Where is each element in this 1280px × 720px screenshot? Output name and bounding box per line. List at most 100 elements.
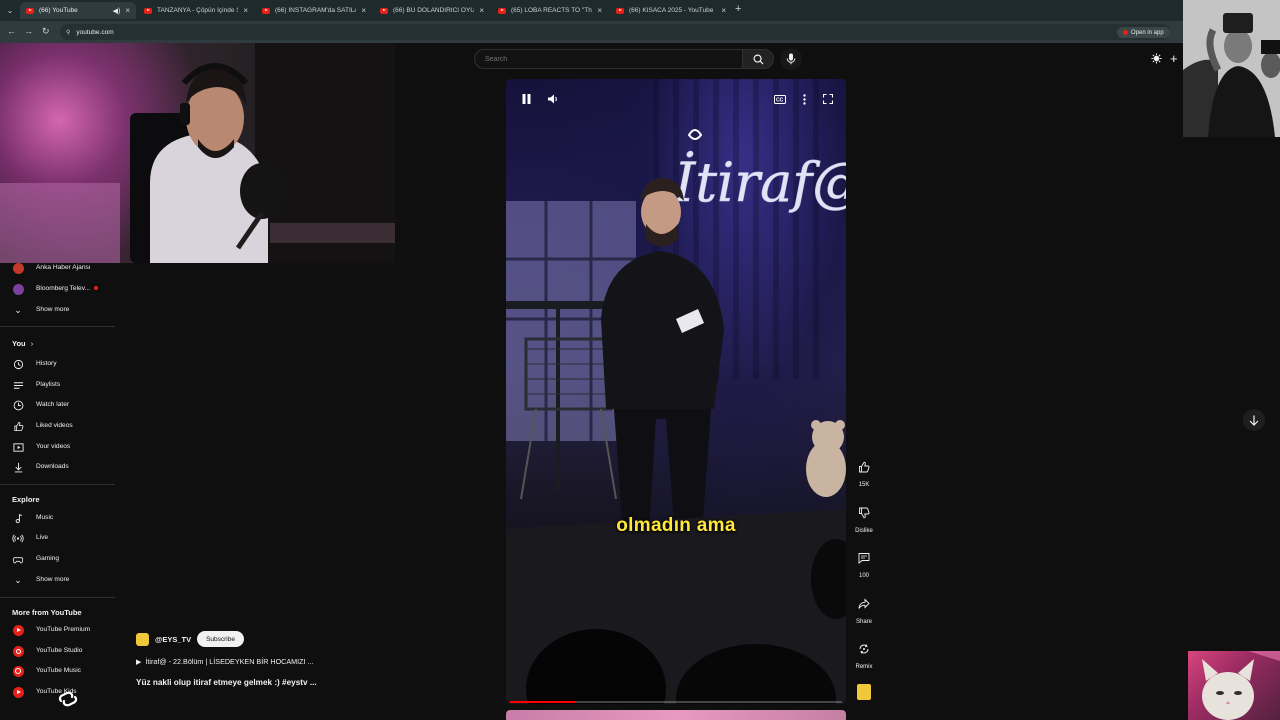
- add-icon[interactable]: +: [1170, 51, 1178, 66]
- show-more-button[interactable]: ⌄ Show more: [0, 300, 115, 320]
- sidebar-item-playlists[interactable]: Playlists: [0, 375, 115, 395]
- share-action: Share: [851, 593, 877, 625]
- sidebar-item-label: YouTube Premium: [36, 626, 91, 633]
- sound-thumbnail[interactable]: [857, 684, 871, 700]
- video-title[interactable]: Yüz nakli olup itiraf etmeye gelmek :) #…: [136, 678, 317, 687]
- reload-icon[interactable]: ↻: [42, 26, 50, 37]
- tab-title: (65) LOBA REACTS TO "The REI: [511, 7, 592, 14]
- explore-section-title: Explore: [12, 495, 40, 504]
- progress-bar-fill: [510, 701, 577, 703]
- sidebar-item-label: Liked videos: [36, 422, 73, 429]
- youtube-favicon-icon: [380, 7, 388, 14]
- sidebar-item-downloads[interactable]: Downloads: [0, 457, 115, 477]
- stream-overlay-logo: [58, 690, 78, 708]
- browser-tab[interactable]: TANZANYA - Çöpün İçinde SATI ×: [138, 2, 254, 19]
- remix-button[interactable]: [853, 638, 875, 660]
- create-icon[interactable]: [1150, 52, 1162, 64]
- tab-list-chevron-icon[interactable]: ⌄: [4, 4, 16, 16]
- comments-button[interactable]: [853, 547, 875, 569]
- tab-close-icon[interactable]: ×: [125, 6, 130, 15]
- sidebar-item-youtube-music[interactable]: YouTube Music: [0, 661, 115, 681]
- dislike-button[interactable]: [853, 502, 875, 524]
- url-field[interactable]: ⚲ youtube.com: [60, 24, 1170, 40]
- browser-tab[interactable]: (66) INSTAGRAM'da SATILAN S ×: [256, 2, 372, 19]
- channel-row: @EYS_TV Subscribe: [136, 631, 244, 647]
- tab-close-icon[interactable]: ×: [361, 6, 366, 15]
- tab-close-icon[interactable]: ×: [597, 6, 602, 15]
- sidebar-item-your-videos[interactable]: Your videos: [0, 437, 115, 457]
- browser-tab[interactable]: (66) YouTube ◀) ×: [20, 2, 136, 19]
- sidebar-item-music[interactable]: Music: [0, 508, 115, 528]
- tab-close-icon[interactable]: ×: [243, 6, 248, 15]
- sidebar-item-subscription[interactable]: Bloomberg Telev...: [0, 279, 115, 299]
- like-button[interactable]: [853, 456, 875, 478]
- search-button[interactable]: [742, 49, 774, 69]
- history-icon: [12, 358, 24, 370]
- tab-close-icon[interactable]: ×: [721, 6, 726, 15]
- related-video-link[interactable]: ▶ İtiraf@ - 22.Bölüm | LİSEDEYKEN BİR HOC…: [136, 657, 314, 666]
- pause-button[interactable]: [518, 91, 534, 107]
- sidebar-item-live[interactable]: Live: [0, 528, 115, 548]
- you-section-title[interactable]: You ›: [12, 339, 33, 348]
- remix-label: Remix: [855, 664, 873, 670]
- sidebar-item-label: Playlists: [36, 381, 61, 388]
- show-more-button[interactable]: ⌄ Show more: [0, 570, 115, 590]
- microphone-icon: [786, 53, 796, 65]
- subscribe-button[interactable]: Subscribe: [197, 631, 244, 647]
- streamer-webcam-overlay: [0, 43, 395, 263]
- browser-tab[interactable]: (65) LOBA REACTS TO "The REI ×: [492, 2, 608, 19]
- video-caption: olmadın ama: [616, 515, 736, 536]
- open-in-app-button[interactable]: Open in app: [1117, 27, 1170, 38]
- speaker-icon[interactable]: ◀): [113, 7, 121, 15]
- tab-close-icon[interactable]: ×: [479, 6, 484, 15]
- channel-name[interactable]: @EYS_TV: [155, 635, 191, 644]
- youtube-app-icon: [1123, 30, 1128, 35]
- sidebar-item-youtube-premium[interactable]: YouTube Premium: [0, 620, 115, 640]
- sidebar-item-label: Music: [36, 514, 54, 521]
- volume-button[interactable]: [545, 91, 561, 107]
- like-action: 15K: [851, 456, 877, 488]
- pause-icon: [522, 94, 530, 104]
- new-tab-button[interactable]: +: [735, 3, 741, 15]
- show-more-label: Show more: [36, 576, 70, 583]
- youtube-favicon-icon: [616, 7, 624, 14]
- share-button[interactable]: [853, 593, 875, 615]
- sidebar-divider: [0, 597, 115, 598]
- back-arrow-icon[interactable]: ←: [7, 26, 16, 36]
- browser-tab[interactable]: (66) KISACA 2025 - YouTube ×: [610, 2, 732, 19]
- channel-avatar[interactable]: [136, 632, 149, 646]
- sidebar-item-liked-videos[interactable]: Liked videos: [0, 416, 115, 436]
- sidebar-item-label: Gaming: [36, 555, 60, 562]
- captions-button[interactable]: CC: [772, 91, 788, 107]
- historical-photo-image: [1183, 0, 1280, 137]
- tab-title: (66) KISACA 2025 - YouTube: [629, 7, 714, 14]
- browser-tab[interactable]: (66) BU DOLANDIRICI OYUNU ×: [374, 2, 490, 19]
- sidebar-item-youtube-studio[interactable]: YouTube Studio: [0, 641, 115, 661]
- voice-search-button[interactable]: [780, 48, 802, 70]
- video-icon: [12, 441, 24, 453]
- share-icon: [858, 598, 870, 609]
- next-short-preview[interactable]: [506, 710, 846, 720]
- fullscreen-button[interactable]: [820, 91, 836, 107]
- fullscreen-icon: [823, 94, 833, 104]
- sidebar-item-label: Bloomberg Telev...: [36, 285, 90, 292]
- forward-arrow-icon[interactable]: →: [24, 26, 33, 36]
- comment-icon: [858, 553, 870, 564]
- sidebar-item-history[interactable]: History: [0, 354, 115, 374]
- browser-tab-bar: ⌄ (66) YouTube ◀) × TANZANYA - Çöpün İçi…: [0, 0, 1280, 21]
- shorts-video-player[interactable]: İtiraf@: [506, 79, 846, 704]
- youtube-studio-icon: [12, 645, 24, 657]
- more-options-button[interactable]: [796, 91, 812, 107]
- chevron-right-icon: ›: [30, 339, 34, 348]
- sidebar-item-gaming[interactable]: Gaming: [0, 549, 115, 569]
- remix-icon: [859, 644, 869, 654]
- url-text: youtube.com: [76, 28, 114, 36]
- search-input[interactable]: [483, 55, 727, 64]
- site-info-icon[interactable]: ⚲: [66, 29, 70, 36]
- next-video-button[interactable]: [1243, 409, 1265, 431]
- historical-photo-overlay: [1183, 0, 1280, 137]
- sidebar-item-watch-later[interactable]: Watch later: [0, 395, 115, 415]
- sidebar-item-label: Anka Haber Ajansı: [36, 264, 91, 271]
- open-in-app-label: Open in app: [1131, 29, 1164, 36]
- search-icon: [753, 54, 764, 65]
